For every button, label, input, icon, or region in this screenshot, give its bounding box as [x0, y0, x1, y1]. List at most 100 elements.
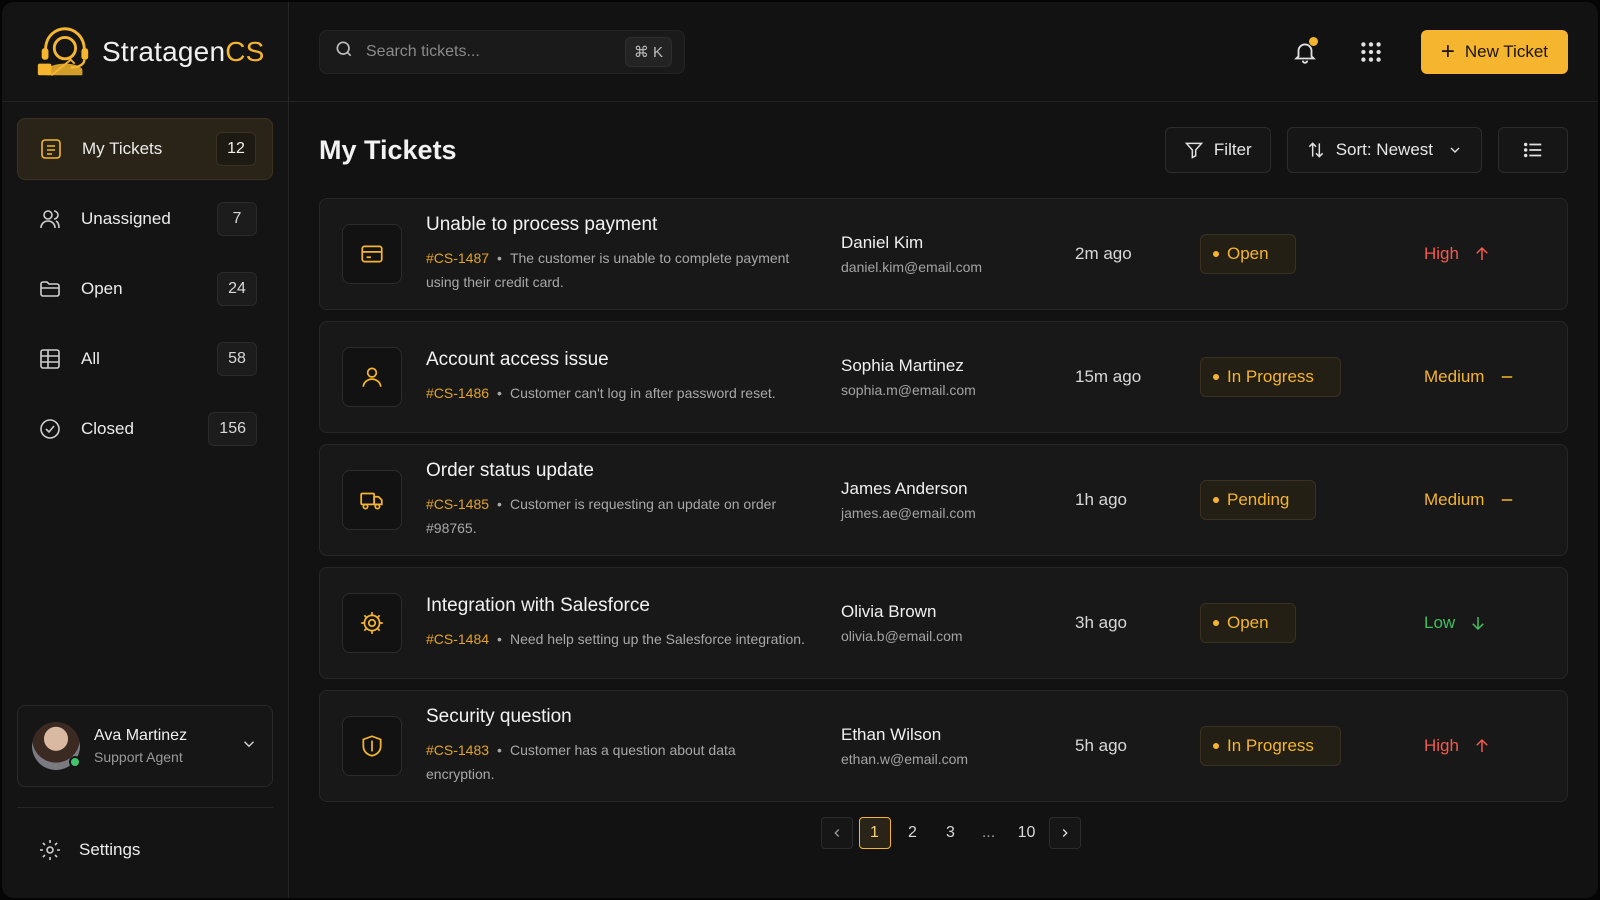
user-role: Support Agent	[94, 749, 183, 765]
user-profile-card[interactable]: Ava Martinez Support Agent	[17, 705, 273, 787]
arrow-down-icon	[1469, 614, 1487, 632]
apps-grid-button[interactable]	[1351, 32, 1391, 72]
page-button-10[interactable]: 10	[1011, 817, 1043, 849]
prev-page-button[interactable]	[820, 817, 853, 849]
ticket-title: Integration with Salesforce	[426, 595, 650, 616]
pagination: 1 2 3 ... 10	[289, 817, 1598, 849]
ticket-customer: James Anderson james.ae@email.com	[841, 479, 976, 521]
sidebar-item-my-tickets[interactable]: My Tickets 12	[17, 118, 273, 180]
credit-card-icon	[342, 224, 402, 284]
customer-name: Sophia Martinez	[841, 356, 964, 375]
list-view-button[interactable]	[1498, 127, 1568, 173]
sidebar-item-label: Open	[81, 279, 123, 298]
users-icon	[37, 206, 63, 232]
brand[interactable]: StratagenCS	[2, 2, 288, 102]
sort-dropdown[interactable]: Sort: Newest	[1286, 127, 1482, 173]
ticket-row[interactable]: Account access issue #CS-1486 • Customer c…	[319, 321, 1568, 433]
chevron-down-icon[interactable]	[240, 735, 258, 758]
notifications-button[interactable]	[1285, 32, 1325, 72]
user-info: Ava Martinez Support Agent	[94, 727, 240, 765]
divider	[17, 807, 273, 808]
sidebar-item-label: Closed	[81, 419, 134, 438]
priority-label: Medium	[1424, 367, 1485, 386]
filter-button[interactable]: Filter	[1164, 127, 1271, 173]
filter-label: Filter	[1213, 140, 1252, 159]
check-circle-icon	[37, 416, 63, 442]
new-ticket-button[interactable]: + New Ticket	[1420, 29, 1568, 74]
folder-open-icon	[37, 276, 63, 302]
priority-indicator: High	[1424, 736, 1491, 756]
ticket-description-line: #CS-1486 • Customer can't log in after pas…	[426, 385, 776, 401]
status-badge: Open	[1200, 234, 1296, 274]
ticket-id[interactable]: #CS-1485	[426, 496, 489, 512]
status-badge: In Progress	[1200, 726, 1341, 766]
priority-label: High	[1424, 244, 1459, 263]
status-label: Open	[1227, 244, 1269, 263]
ticket-description: Need help setting up the Salesforce inte…	[509, 631, 805, 647]
status-label: Pending	[1227, 490, 1290, 509]
customer-email: daniel.kim@email.com	[841, 259, 983, 275]
user-name: Ava Martinez	[94, 727, 188, 744]
search-input[interactable]	[366, 42, 625, 61]
sidebar-item-all[interactable]: All 58	[17, 328, 273, 390]
ticket-title: Security question	[426, 706, 572, 727]
gear-icon	[37, 837, 63, 863]
sidebar-item-label: Unassigned	[81, 209, 171, 228]
customer-email: ethan.w@email.com	[841, 751, 969, 767]
priority-indicator: High	[1424, 244, 1491, 264]
customer-name: Ethan Wilson	[841, 725, 942, 744]
status-badge: Pending	[1200, 480, 1317, 520]
ticket-body: Integration with Salesforce #CS-1484 • Nee…	[426, 595, 806, 651]
settings-link[interactable]: Settings	[17, 822, 273, 878]
page-button-2[interactable]: 2	[897, 817, 929, 849]
priority-indicator: Medium	[1424, 490, 1516, 510]
ticket-description-line: #CS-1485 • Customer is requesting an updat…	[426, 496, 777, 536]
ticket-time: 3h ago	[1075, 613, 1127, 632]
count-badge: 156	[208, 412, 257, 446]
ticket-customer: Olivia Brown olivia.b@email.com	[841, 602, 963, 644]
list-icon	[1523, 142, 1542, 158]
page-button-1[interactable]: 1	[858, 817, 891, 849]
ticket-time: 15m ago	[1075, 367, 1142, 386]
keyboard-shortcut-hint: ⌘ K	[624, 36, 672, 67]
ticket-description-line: #CS-1484 • Need help setting up the Salesf…	[426, 631, 805, 647]
sidebar-item-closed[interactable]: Closed 156	[17, 398, 273, 460]
online-status-dot	[69, 756, 81, 768]
dash-icon	[1498, 368, 1516, 386]
ticket-description-line: #CS-1483 • Customer has a question about d…	[426, 742, 736, 782]
ticket-row[interactable]: Order status update #CS-1485 • Customer is…	[319, 444, 1568, 556]
arrow-up-icon	[1473, 737, 1491, 755]
sidebar-item-unassigned[interactable]: Unassigned 7	[17, 188, 273, 250]
ticket-id[interactable]: #CS-1484	[426, 631, 489, 647]
ticket-description-line: #CS-1487 • The customer is unable to compl…	[426, 250, 790, 290]
ticket-id[interactable]: #CS-1483	[426, 742, 489, 758]
status-badge: Open	[1200, 603, 1296, 643]
priority-label: Low	[1424, 613, 1456, 632]
chevron-right-icon	[1062, 829, 1068, 837]
user-icon	[342, 347, 402, 407]
ticket-row[interactable]: Security question #CS-1483 • Customer has …	[319, 690, 1568, 802]
ticket-body: Security question #CS-1483 • Customer has …	[426, 706, 806, 786]
priority-label: High	[1424, 736, 1459, 755]
ticket-title: Order status update	[426, 460, 594, 481]
ticket-body: Order status update #CS-1485 • Customer is…	[426, 460, 806, 540]
dash-icon	[1498, 491, 1516, 509]
ticket-row[interactable]: Unable to process payment #CS-1487 • The c…	[319, 198, 1568, 310]
page-button-3[interactable]: 3	[935, 817, 967, 849]
count-badge: 7	[217, 202, 257, 236]
customer-name: Daniel Kim	[841, 233, 924, 252]
status-label: In Progress	[1227, 736, 1314, 755]
chevron-down-icon	[1450, 147, 1460, 153]
ticket-id[interactable]: #CS-1486	[426, 385, 489, 401]
ticket-row[interactable]: Integration with Salesforce #CS-1484 • Nee…	[319, 567, 1568, 679]
ticket-body: Account access issue #CS-1486 • Customer c…	[426, 349, 806, 405]
ticket-time: 5h ago	[1075, 736, 1127, 755]
page-ellipsis: ...	[981, 824, 996, 841]
next-page-button[interactable]	[1048, 817, 1081, 849]
ticket-id[interactable]: #CS-1487	[426, 250, 489, 266]
search-box[interactable]: ⌘ K	[319, 29, 685, 74]
page-title: My Tickets	[319, 134, 457, 165]
sidebar-item-open[interactable]: Open 24	[17, 258, 273, 320]
ticket-list: Unable to process payment #CS-1487 • The c…	[289, 198, 1598, 802]
priority-indicator: Low	[1424, 613, 1487, 633]
